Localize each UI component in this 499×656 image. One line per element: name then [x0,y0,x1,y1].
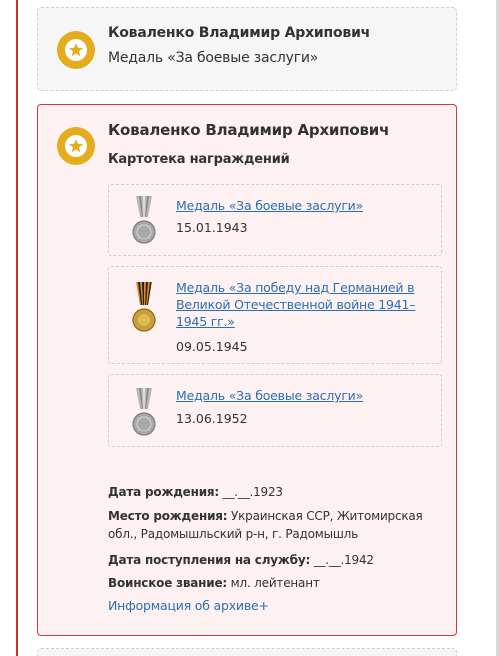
award-item: Медаль «За боевые заслуги» 13.06.1952 [108,374,442,447]
award-date: 13.06.1952 [176,411,248,426]
result-card[interactable] [37,648,457,656]
birthdate-value: __.__.1923 [219,485,283,499]
award-summary: Медаль «За боевые заслуги» [108,50,319,66]
award-title-link[interactable]: Медаль «За боевые заслуги» [176,387,426,404]
archive-info-link[interactable]: Информация об архиве+ [108,598,269,613]
birthplace-label: Место рождения: [108,509,228,523]
star-medal-icon [57,31,95,69]
victory-over-germany-medal-icon [132,282,156,332]
birthdate-row: Дата рождения: __.__.1923 [108,483,448,501]
award-title-link[interactable]: Медаль «За боевые заслуги» [176,197,426,214]
birthdate-label: Дата рождения: [108,485,220,499]
award-date: 09.05.1945 [176,339,248,354]
rank-label: Воинское звание: [108,576,228,590]
combat-merit-medal-icon [132,388,156,436]
timeline-rule [16,0,18,656]
section-title: Картотека награждений [108,152,290,167]
service-date-value: __.__.1942 [310,553,374,567]
service-date-row: Дата поступления на службу: __.__.1942 [108,551,448,569]
result-card[interactable]: Коваленко Владимир Архипович Медаль «За … [37,7,457,91]
combat-merit-medal-icon [132,196,156,244]
rank-value: мл. лейтенант [227,576,320,590]
award-date: 15.01.1943 [176,220,248,235]
star-medal-icon [57,127,95,165]
rank-row: Воинское звание: мл. лейтенант [108,574,448,592]
result-card-selected[interactable]: Коваленко Владимир Архипович Картотека н… [37,104,457,636]
service-date-label: Дата поступления на службу: [108,553,311,567]
award-item: Медаль «За боевые заслуги» 15.01.1943 [108,184,442,256]
award-item: Медаль «За победу над Германией в Велико… [108,266,442,364]
person-name: Коваленко Владимир Архипович [108,25,371,41]
award-title-link[interactable]: Медаль «За победу над Германией в Велико… [176,279,426,330]
person-name: Коваленко Владимир Архипович [108,121,390,139]
birthplace-row: Место рождения: Украинская ССР, Житомирс… [108,507,448,543]
